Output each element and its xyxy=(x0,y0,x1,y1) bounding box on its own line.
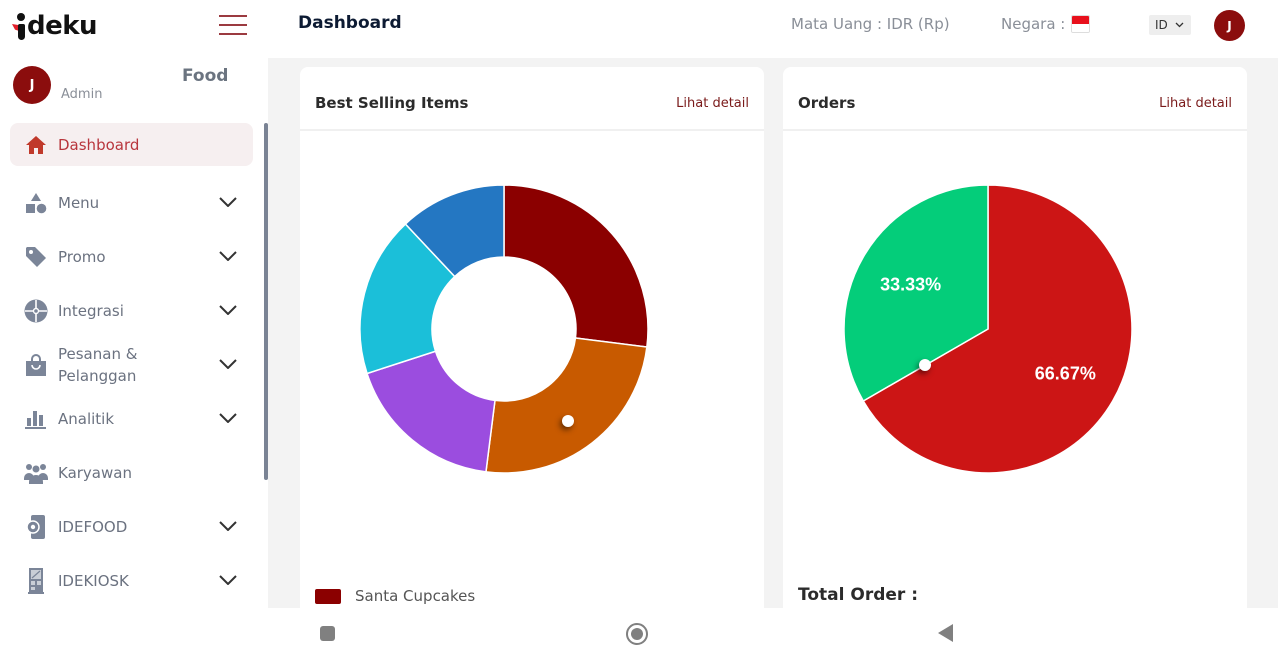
sidebar-item-label: Pesanan & Pelanggan xyxy=(58,345,138,385)
back-button[interactable] xyxy=(938,624,953,642)
sidebar-item-idefood[interactable]: IDEFOOD xyxy=(10,500,253,554)
sidebar-item-promo[interactable]: Promo xyxy=(10,230,253,284)
home-icon xyxy=(24,133,48,157)
sidebar-item-dashboard[interactable]: Dashboard xyxy=(10,123,253,166)
sidebar-nav: Dashboard Menu Promo Integrasi Pesanan &… xyxy=(10,123,253,608)
legend-swatch xyxy=(315,588,341,604)
sidebar-item-label: Menu xyxy=(58,194,100,212)
top-bar: Dashboard Mata Uang : IDR (Rp) Negara : … xyxy=(268,0,1278,58)
hover-cursor-dot xyxy=(919,359,931,371)
chevron-down-icon xyxy=(219,197,237,207)
orders-pie-chart: 66.67% 33.33% xyxy=(843,184,1133,474)
app-window: deku J Admin Food Dashboard Menu Promo I… xyxy=(0,0,1278,608)
sidebar-item-idekiosk[interactable]: IDEKIOSK xyxy=(10,554,253,608)
chevron-down-icon xyxy=(219,521,237,531)
chart-legend: Santa Cupcakes xyxy=(315,587,475,605)
chevron-down-icon xyxy=(219,413,237,423)
ideku-logo[interactable]: deku xyxy=(12,10,98,42)
sidebar-item-label: Promo xyxy=(58,248,106,266)
slice-label: 33.33% xyxy=(880,274,941,294)
total-order-label: Total Order : xyxy=(798,585,918,605)
chevron-down-icon xyxy=(219,359,237,369)
sidebar-item-label: IDEKIOSK xyxy=(58,572,129,590)
sidebar-item-label: Analitik xyxy=(58,410,115,428)
user-avatar[interactable]: J xyxy=(1214,10,1245,41)
sidebar-item-label: IDEFOOD xyxy=(58,518,128,536)
shopping-bag-icon xyxy=(24,353,48,377)
users-icon xyxy=(24,461,48,485)
store-name: Food xyxy=(182,66,229,86)
phone-gear-icon xyxy=(24,515,48,539)
logo-mark-icon xyxy=(12,12,26,40)
sidebar-item-label: Karyawan xyxy=(58,464,132,482)
logo-text: deku xyxy=(27,11,98,41)
chart-slice[interactable] xyxy=(503,184,649,348)
sidebar-item-label: Integrasi xyxy=(58,302,124,320)
sidebar-item-menu[interactable]: Menu xyxy=(10,176,253,230)
legend-label: Santa Cupcakes xyxy=(355,587,476,605)
chevron-down-icon xyxy=(1175,22,1184,28)
user-role: Admin xyxy=(61,87,103,102)
sidebar: deku J Admin Food Dashboard Menu Promo I… xyxy=(0,0,268,608)
best-selling-donut-chart xyxy=(359,184,649,474)
sidebar-item-pesanan-pelanggan[interactable]: Pesanan & Pelanggan xyxy=(10,338,253,392)
indonesia-flag-icon[interactable] xyxy=(1071,15,1091,33)
recent-apps-button[interactable] xyxy=(320,626,335,641)
country-selector: Negara : xyxy=(1001,15,1091,33)
card-header: Best Selling Items Lihat detail xyxy=(300,67,764,131)
system-navigation-bar xyxy=(0,608,1278,659)
sidebar-item-analitik[interactable]: Analitik xyxy=(10,392,253,446)
home-button[interactable] xyxy=(626,623,648,645)
shapes-icon xyxy=(24,191,48,215)
main-content: Dashboard Mata Uang : IDR (Rp) Negara : … xyxy=(268,0,1278,608)
sidebar-item-karyawan[interactable]: Karyawan xyxy=(10,446,253,500)
slice-label: 66.67% xyxy=(1035,364,1096,384)
avatar[interactable]: J xyxy=(13,66,51,104)
chevron-down-icon xyxy=(219,251,237,261)
puzzle-icon xyxy=(24,299,48,323)
hamburger-menu-icon[interactable] xyxy=(219,15,247,35)
best-selling-card: Best Selling Items Lihat detail Santa Cu… xyxy=(300,67,764,608)
sidebar-item-integrasi[interactable]: Integrasi xyxy=(10,284,253,338)
tag-icon xyxy=(24,245,48,269)
chart-slice[interactable] xyxy=(485,337,648,474)
view-detail-link[interactable]: Lihat detail xyxy=(1159,96,1232,111)
page-title: Dashboard xyxy=(298,13,402,33)
user-profile: J Admin Food xyxy=(13,66,253,106)
card-title: Orders xyxy=(798,94,856,112)
currency-label: Mata Uang : IDR (Rp) xyxy=(791,15,950,33)
language-value: ID xyxy=(1155,18,1168,32)
card-header: Orders Lihat detail xyxy=(783,67,1247,131)
chevron-down-icon xyxy=(219,575,237,585)
view-detail-link[interactable]: Lihat detail xyxy=(676,96,749,111)
orders-card: Orders Lihat detail 66.67% 33.33% Total O… xyxy=(783,67,1247,608)
chart-slice[interactable] xyxy=(366,350,496,473)
hover-cursor-dot xyxy=(562,415,574,427)
kiosk-icon xyxy=(24,568,48,594)
language-select[interactable]: ID xyxy=(1149,15,1191,35)
bar-chart-icon xyxy=(24,407,48,431)
card-title: Best Selling Items xyxy=(315,94,469,112)
sidebar-item-label: Dashboard xyxy=(58,135,140,154)
chevron-down-icon xyxy=(219,305,237,315)
country-label: Negara : xyxy=(1001,15,1066,33)
